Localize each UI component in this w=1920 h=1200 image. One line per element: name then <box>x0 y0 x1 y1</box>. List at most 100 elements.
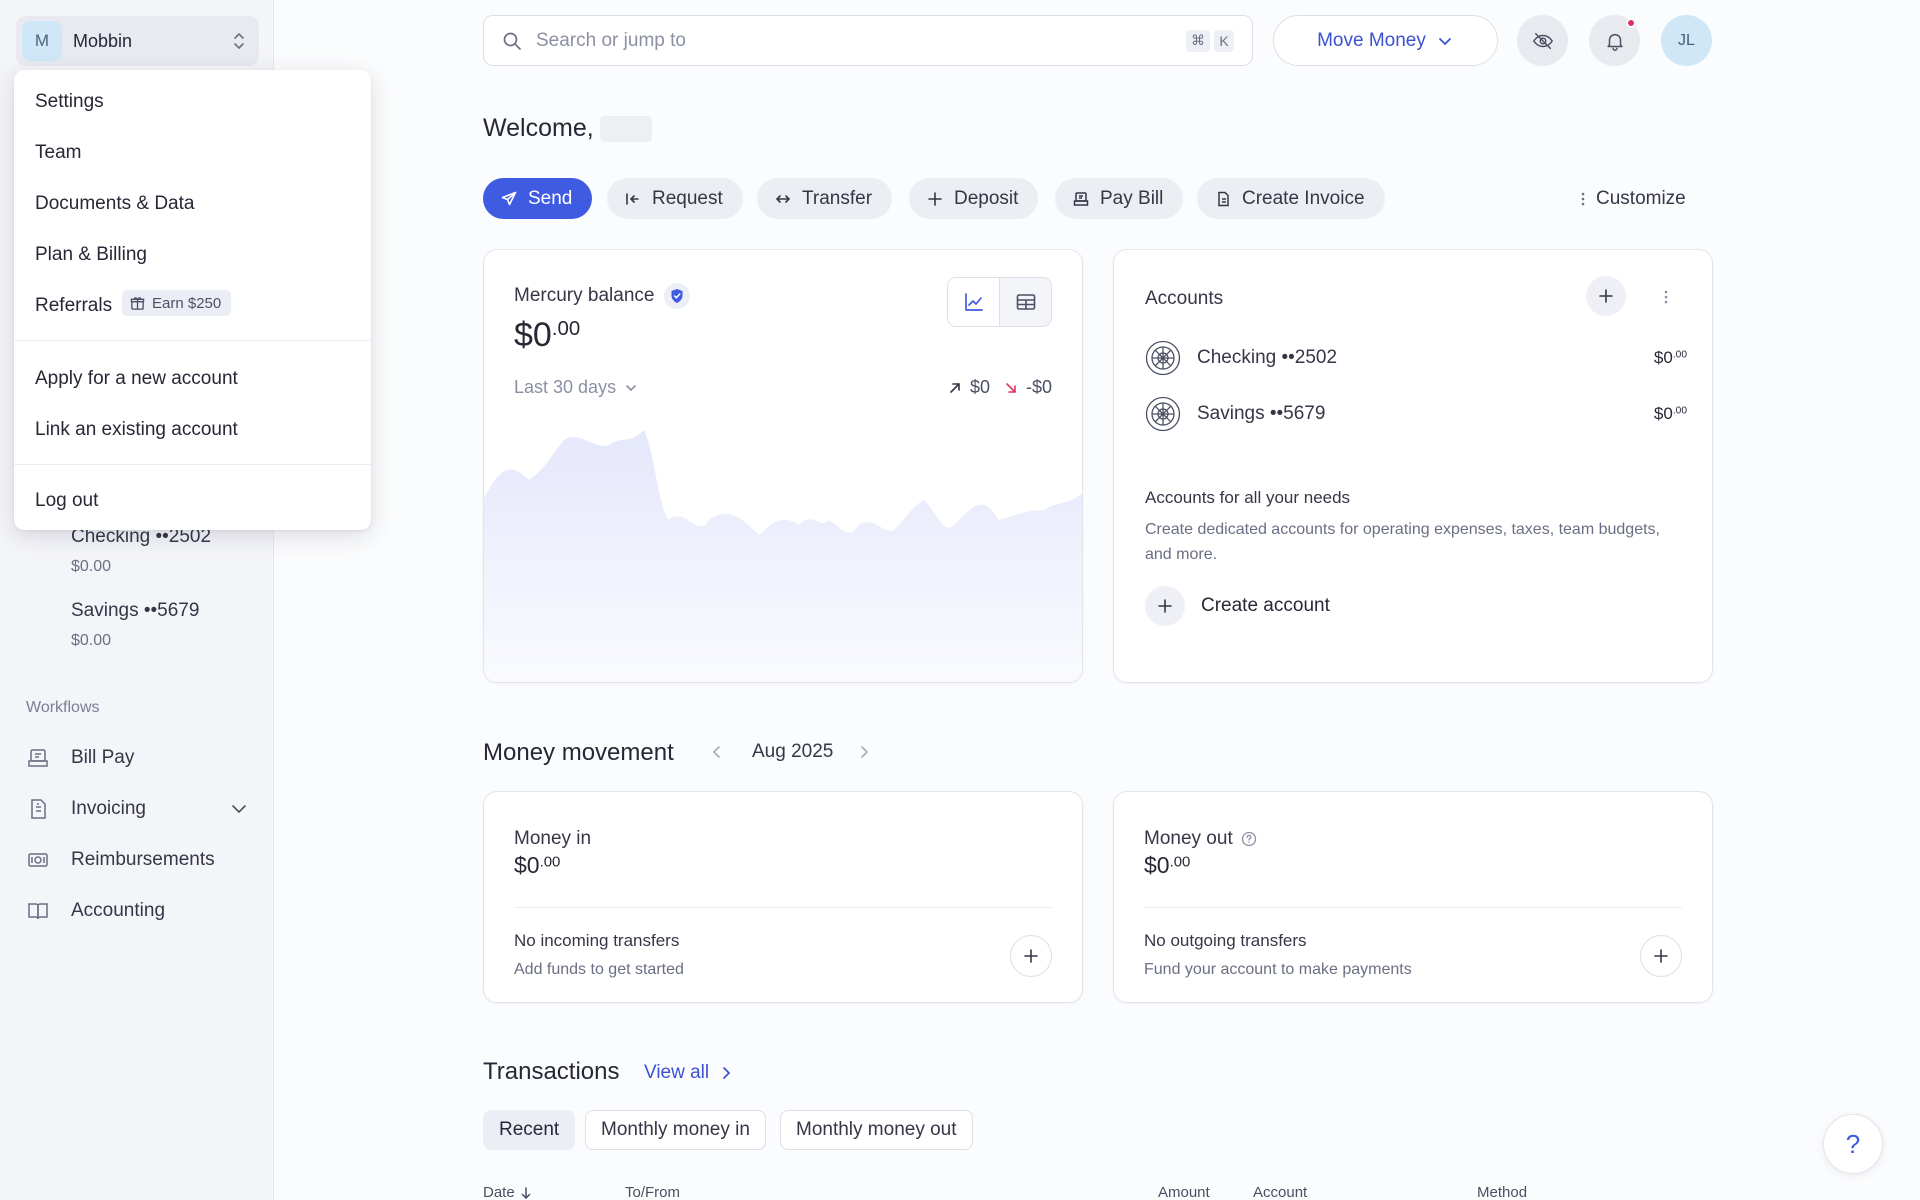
account-balance-cents: .00 <box>1672 349 1687 361</box>
money-in-empty-subtitle: Add funds to get started <box>514 961 684 978</box>
verified-shield-icon <box>664 283 691 309</box>
column-header-date[interactable]: Date <box>483 1184 532 1200</box>
view-all-link[interactable]: View all <box>644 1062 733 1084</box>
pay-bill-button[interactable]: Pay Bill <box>1055 178 1184 219</box>
transfer-button[interactable]: Transfer <box>757 178 893 219</box>
chevron-right-icon[interactable] <box>857 745 871 759</box>
hide-balances-button[interactable] <box>1517 15 1568 66</box>
column-header-label: Date <box>483 1184 515 1200</box>
sidebar-account-checking[interactable]: Checking ••2502 $0.00 <box>71 526 211 576</box>
money-out-amount: $0.00 <box>1144 852 1190 879</box>
search-input[interactable] <box>536 29 1182 52</box>
column-header-account[interactable]: Account <box>1253 1184 1307 1200</box>
help-circle-icon[interactable] <box>1241 831 1257 847</box>
column-header-method[interactable]: Method <box>1477 1184 1527 1200</box>
balance-label: Mercury balance <box>514 285 655 306</box>
money-out-card: Money out $0.00 No outgoing transfers Fu… <box>1113 791 1713 1003</box>
plus-icon <box>1158 599 1172 613</box>
notifications-button[interactable] <box>1589 15 1640 66</box>
table-icon <box>1016 294 1035 310</box>
menu-item-apply-account[interactable]: Apply for a new account <box>35 368 238 390</box>
menu-item-documents[interactable]: Documents & Data <box>35 193 194 215</box>
create-invoice-label: Create Invoice <box>1242 187 1365 209</box>
customize-button[interactable]: Customize <box>1580 188 1686 210</box>
tab-monthly-money-out[interactable]: Monthly money out <box>780 1110 973 1150</box>
book-icon <box>28 903 48 920</box>
menu-item-logout[interactable]: Log out <box>35 490 98 512</box>
request-label: Request <box>652 187 723 209</box>
chevron-left-icon[interactable] <box>710 745 724 759</box>
chevron-down-icon <box>626 384 636 391</box>
invoice-icon <box>1218 191 1229 206</box>
money-in-cents: .00 <box>539 853 561 871</box>
search-icon <box>503 32 521 50</box>
send-button[interactable]: Send <box>483 178 593 219</box>
menu-item-plan-billing[interactable]: Plan & Billing <box>35 244 147 266</box>
sidebar-account-savings[interactable]: Savings ••5679 $0.00 <box>71 600 199 650</box>
column-header-amount[interactable]: Amount <box>1158 1184 1210 1200</box>
add-account-button[interactable] <box>1586 276 1626 316</box>
move-money-button[interactable]: Move Money <box>1273 15 1498 66</box>
period-label: Last 30 days <box>514 377 617 397</box>
transfer-label: Transfer <box>802 187 873 209</box>
eye-off-icon <box>1532 32 1553 49</box>
plus-icon <box>1599 289 1613 303</box>
line-chart-icon <box>964 293 983 311</box>
bill-icon <box>1073 191 1089 206</box>
sidebar-item-reimbursements[interactable]: Reimbursements <box>26 840 256 880</box>
balance-amount-whole: $0 <box>514 316 552 354</box>
divider <box>514 907 1052 908</box>
plus-icon <box>928 191 942 206</box>
money-in-amount: $0.00 <box>514 852 560 879</box>
bill-icon <box>28 749 48 767</box>
user-avatar[interactable]: JL <box>1661 15 1712 66</box>
sidebar-item-bill-pay[interactable]: Bill Pay <box>26 738 256 778</box>
create-invoice-button[interactable]: Create Invoice <box>1197 178 1385 219</box>
kebab-icon <box>1581 192 1585 206</box>
reimbursement-icon <box>28 853 48 867</box>
help-button[interactable]: ? <box>1823 1114 1883 1174</box>
menu-item-referrals[interactable]: Referrals <box>35 295 112 317</box>
table-view-button[interactable] <box>1000 278 1051 326</box>
menu-item-team[interactable]: Team <box>35 142 81 164</box>
menu-item-settings[interactable]: Settings <box>35 91 104 113</box>
column-header-to-from[interactable]: To/From <box>625 1184 680 1200</box>
account-name: Checking ••2502 <box>1197 347 1338 368</box>
chevron-up-down-icon <box>234 33 244 49</box>
month-navigator: Aug 2025 <box>710 741 871 763</box>
account-row-savings[interactable]: Savings ••5679 $0.00 <box>1145 395 1687 433</box>
workflows-section-label: Workflows <box>26 699 100 716</box>
kebab-menu-icon[interactable] <box>1662 288 1670 306</box>
deposit-button[interactable]: Deposit <box>909 178 1039 219</box>
sidebar-item-invoicing[interactable]: Invoicing <box>26 789 256 829</box>
sidebar-item-label: Invoicing <box>71 798 146 819</box>
request-icon <box>626 192 639 205</box>
menu-item-link-account[interactable]: Link an existing account <box>35 419 238 441</box>
org-switcher[interactable]: M Mobbin <box>16 16 259 66</box>
arrow-up-right-icon <box>950 382 960 393</box>
welcome-heading: Welcome, <box>483 114 652 143</box>
send-label: Send <box>528 187 573 209</box>
request-button[interactable]: Request <box>607 178 743 219</box>
accounts-card: Accounts Checking ••2502 $0.00 Savings •… <box>1113 249 1713 683</box>
account-row-checking[interactable]: Checking ••2502 $0.00 <box>1145 339 1687 377</box>
period-select[interactable]: Last 30 days <box>514 377 638 398</box>
add-funds-button[interactable] <box>1010 935 1052 977</box>
create-account-button[interactable]: Create account <box>1145 586 1330 626</box>
tab-monthly-money-in[interactable]: Monthly money in <box>585 1110 766 1150</box>
search-bar[interactable]: ⌘ K <box>483 15 1253 66</box>
balance-area <box>484 430 1082 682</box>
customize-label: Customize <box>1596 188 1686 209</box>
money-in-card: Money in $0.00 No incoming transfers Add… <box>483 791 1083 1003</box>
chevron-down-icon <box>1438 37 1451 45</box>
view-all-label: View all <box>644 1062 710 1083</box>
line-chart-view-button[interactable] <box>948 278 1000 326</box>
send-payment-button[interactable] <box>1640 935 1682 977</box>
sidebar-account-balance: $0.00 <box>71 558 112 575</box>
balance-amount: $0.00 <box>514 316 580 355</box>
chevron-down-icon[interactable] <box>230 800 248 818</box>
chart-view-toggle <box>947 277 1052 327</box>
tab-recent[interactable]: Recent <box>483 1110 576 1150</box>
send-icon <box>501 191 517 205</box>
sidebar-item-accounting[interactable]: Accounting <box>26 891 256 931</box>
